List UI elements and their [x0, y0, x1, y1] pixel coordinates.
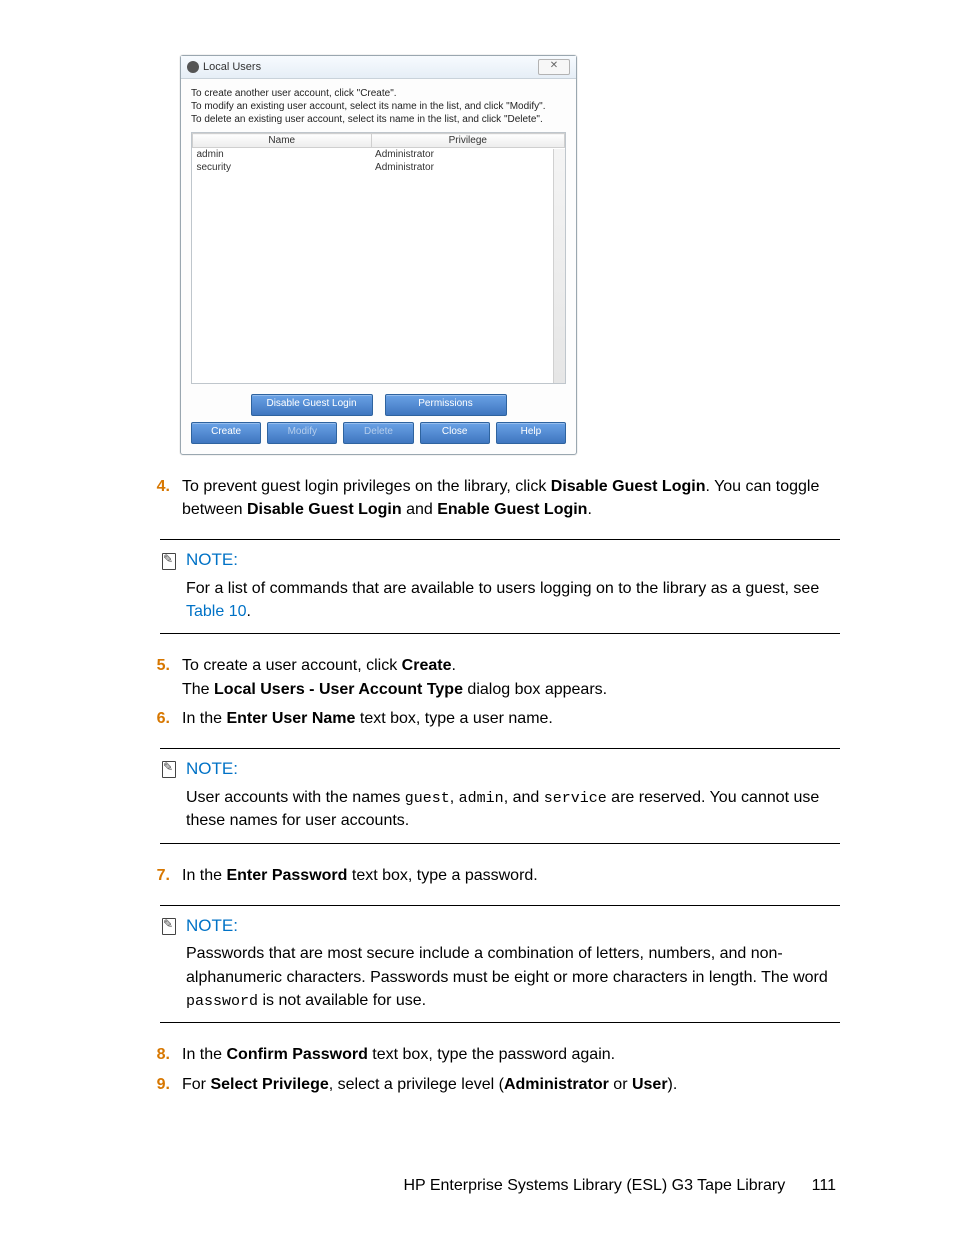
step-body: To create a user account, click Create. … [182, 654, 840, 700]
step-text: In the [182, 1046, 226, 1063]
step-bold: Confirm Password [226, 1046, 367, 1063]
step-6: 6. In the Enter User Name text box, type… [120, 707, 840, 730]
step-text: text box, type a user name. [355, 710, 552, 727]
delete-button[interactable]: Delete [343, 422, 413, 444]
column-header-privilege[interactable]: Privilege [371, 134, 564, 148]
note-label: NOTE: [186, 757, 238, 782]
note-text: , [450, 789, 459, 806]
step-text: The [182, 681, 214, 698]
permissions-button[interactable]: Permissions [385, 394, 507, 416]
table-row[interactable]: security Administrator [193, 161, 565, 174]
step-bold: Select Privilege [210, 1076, 328, 1093]
note-text: is not available for use. [258, 992, 426, 1009]
cell-privilege: Administrator [371, 161, 564, 174]
note-text: User accounts with the names [186, 789, 405, 806]
step-text: To create a user account, click [182, 657, 402, 674]
modify-button[interactable]: Modify [267, 422, 337, 444]
note-body: User accounts with the names guest, admi… [160, 786, 840, 833]
step-bold: Create [402, 657, 452, 674]
step-number: 8. [120, 1043, 182, 1066]
step-bold: Disable Guest Login [247, 501, 402, 518]
step-8: 8. In the Confirm Password text box, typ… [120, 1043, 840, 1066]
step-text: or [609, 1076, 632, 1093]
step-bold: Enter User Name [226, 710, 355, 727]
table-row[interactable]: admin Administrator [193, 148, 565, 162]
step-bold: Administrator [504, 1076, 609, 1093]
step-7: 7. In the Enter Password text box, type … [120, 864, 840, 887]
step-text: In the [182, 867, 226, 884]
step-text: ). [668, 1076, 678, 1093]
step-5: 5. To create a user account, click Creat… [120, 654, 840, 700]
dialog-titlebar: Local Users ✕ [181, 56, 576, 79]
step-number: 7. [120, 864, 182, 887]
step-text: and [402, 501, 438, 518]
close-button[interactable]: Close [420, 422, 490, 444]
note-text: For a list of commands that are availabl… [186, 580, 819, 597]
reserved-name: service [544, 790, 607, 807]
column-header-name[interactable]: Name [193, 134, 372, 148]
note-icon [160, 552, 178, 570]
table-10-link[interactable]: Table 10 [186, 603, 247, 620]
step-text: text box, type the password again. [368, 1046, 615, 1063]
cell-name: admin [193, 148, 372, 162]
step-number: 5. [120, 654, 182, 700]
note-label: NOTE: [186, 914, 238, 939]
step-bold: Disable Guest Login [551, 478, 706, 495]
users-table: Name Privilege admin Administrator secur… [191, 132, 566, 384]
dialog-instructions: To create another user account, click "C… [181, 79, 576, 132]
step-body: In the Confirm Password text box, type t… [182, 1043, 840, 1066]
note-body: For a list of commands that are availabl… [160, 577, 840, 623]
step-number: 6. [120, 707, 182, 730]
step-bold: Enable Guest Login [437, 501, 587, 518]
help-button[interactable]: Help [496, 422, 566, 444]
instruction-line: To create another user account, click "C… [191, 87, 566, 100]
step-text: . [587, 501, 591, 518]
step-text: , select a privilege level ( [329, 1076, 504, 1093]
step-body: In the Enter User Name text box, type a … [182, 707, 840, 730]
step-bold: Enter Password [226, 867, 347, 884]
note-text: Passwords that are most secure include a… [186, 945, 828, 985]
instruction-line: To delete an existing user account, sele… [191, 113, 566, 126]
step-4: 4. To prevent guest login privileges on … [120, 475, 840, 521]
note-label: NOTE: [186, 548, 238, 573]
step-bold: User [632, 1076, 668, 1093]
note-block: NOTE: For a list of commands that are av… [160, 539, 840, 634]
hp-logo-icon [187, 61, 199, 73]
step-text: To prevent guest login privileges on the… [182, 478, 551, 495]
step-number: 9. [120, 1073, 182, 1096]
instruction-line: To modify an existing user account, sele… [191, 100, 566, 113]
reserved-name: guest [405, 790, 450, 807]
window-close-button[interactable]: ✕ [538, 59, 570, 75]
table-scrollbar[interactable] [553, 149, 565, 383]
note-icon [160, 917, 178, 935]
step-9: 9. For Select Privilege, select a privil… [120, 1073, 840, 1096]
note-body: Passwords that are most secure include a… [160, 942, 840, 1012]
step-text: For [182, 1076, 210, 1093]
note-block: NOTE: User accounts with the names guest… [160, 748, 840, 844]
step-text: dialog box appears. [463, 681, 607, 698]
step-bold: Local Users - User Account Type [214, 681, 463, 698]
page-number: 111 [812, 1177, 836, 1195]
reserved-name: admin [459, 790, 504, 807]
note-block: NOTE: Passwords that are most secure inc… [160, 905, 840, 1024]
reserved-word: password [186, 993, 258, 1010]
step-text: . [451, 657, 455, 674]
local-users-dialog: Local Users ✕ To create another user acc… [180, 55, 577, 455]
cell-privilege: Administrator [371, 148, 564, 162]
step-body: In the Enter Password text box, type a p… [182, 864, 840, 887]
step-number: 4. [120, 475, 182, 521]
step-text: In the [182, 710, 226, 727]
footer-title: HP Enterprise Systems Library (ESL) G3 T… [403, 1177, 785, 1194]
note-text: , and [504, 789, 544, 806]
cell-name: security [193, 161, 372, 174]
note-text: . [247, 603, 251, 620]
step-body: To prevent guest login privileges on the… [182, 475, 840, 521]
page-footer: HP Enterprise Systems Library (ESL) G3 T… [403, 1177, 836, 1195]
note-icon [160, 760, 178, 778]
step-text: text box, type a password. [347, 867, 537, 884]
disable-guest-login-button[interactable]: Disable Guest Login [251, 394, 373, 416]
dialog-title: Local Users [203, 61, 261, 73]
step-body: For Select Privilege, select a privilege… [182, 1073, 840, 1096]
create-button[interactable]: Create [191, 422, 261, 444]
